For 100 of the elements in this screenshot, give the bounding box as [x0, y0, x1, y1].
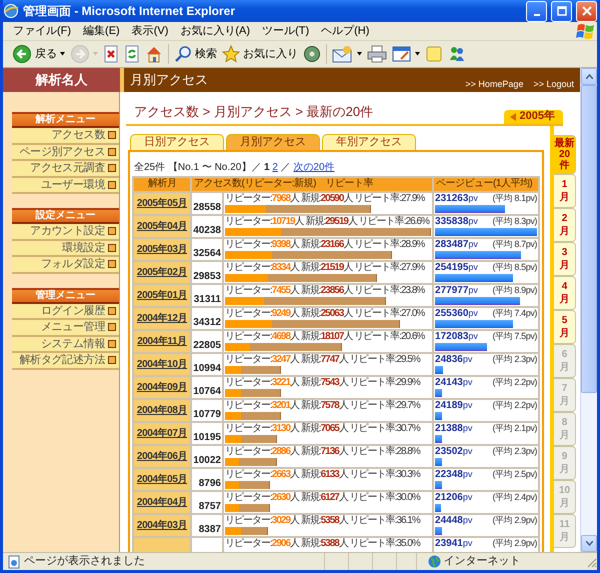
scroll-up-button[interactable]: [581, 68, 597, 85]
month-tab[interactable]: 2 月: [554, 208, 576, 242]
mail-button[interactable]: [330, 44, 364, 64]
sidebar-link[interactable]: ユーザー環境: [12, 178, 119, 194]
caret-icon: [60, 52, 65, 56]
media-button[interactable]: [301, 44, 323, 64]
visits-count: 8757: [198, 500, 221, 512]
visits-count: 8387: [198, 524, 221, 536]
pageview-average: (平均 2.3pv): [492, 446, 538, 456]
menu-item[interactable]: ヘルプ(H): [315, 26, 376, 36]
visits-count: 8796: [198, 478, 221, 490]
square-bullet-icon: [108, 356, 116, 364]
sidebar-link[interactable]: 解析タグ記述方法: [12, 353, 119, 370]
sidebar-link[interactable]: システム情報: [12, 336, 119, 353]
month-tab[interactable]: 最新 20 件: [554, 134, 576, 174]
sidebar-link[interactable]: アクセス元調査: [12, 161, 119, 178]
pageview-average: (平均 2.5pv): [492, 468, 538, 480]
visitor-stats: リピーター:9249人 新規:25063人 リピート率:27.0%: [225, 308, 426, 318]
search-button[interactable]: 検索: [172, 44, 219, 64]
menu-item[interactable]: 編集(E): [77, 26, 126, 36]
stop-icon: [103, 45, 119, 63]
menu-item[interactable]: ツール(T): [256, 26, 316, 36]
sidebar-link[interactable]: メニュー管理: [12, 320, 119, 336]
visitor-stats: リピーター:10719人 新規:29519人 リピート率:26.6%: [225, 216, 430, 226]
favorites-button[interactable]: お気に入り: [220, 44, 300, 64]
home-icon: [145, 45, 163, 63]
square-bullet-icon: [108, 260, 116, 268]
caret-icon: [357, 52, 362, 56]
visitor-stats: リピーター:2630人 新規:6127人 リピート率:30.0%: [225, 492, 422, 502]
close-button[interactable]: [576, 0, 597, 22]
scroll-down-button[interactable]: [581, 535, 597, 552]
sidebar-link[interactable]: アカウント設定: [12, 224, 119, 240]
back-button[interactable]: 戻る: [10, 43, 67, 65]
prev-arrow-icon: [510, 112, 516, 120]
maximize-button[interactable]: [551, 0, 572, 22]
menu-item[interactable]: 表示(V): [126, 26, 174, 36]
sidebar-link[interactable]: フォルダ設定: [12, 257, 119, 274]
visitor-stats: リピーター:2906人 新規:5388人 リピート率:35.0%: [225, 538, 422, 548]
menu-item[interactable]: ファイル(F): [7, 26, 78, 36]
visitor-stats: リピーター:3130人 新規:7065人 リピート率:30.7%: [225, 422, 422, 434]
sidebar-link[interactable]: ログイン履歴: [12, 304, 119, 320]
menu-item[interactable]: お気に入り(A): [174, 26, 256, 36]
visitor-stats: リピーター:4698人 新規:18107人 リピート率:20.6%: [225, 330, 426, 342]
page-summary: 全25件 【No.1 〜 No.20】／: [134, 160, 262, 174]
pageview-average: (平均 2.1pv): [492, 422, 538, 434]
month-tab[interactable]: 5 月: [554, 310, 576, 344]
edit-button[interactable]: [390, 44, 422, 64]
caret-icon: [93, 52, 98, 56]
people-icon: [448, 45, 466, 63]
visits-count: 10779: [193, 408, 221, 420]
maximize-icon: [556, 6, 566, 16]
month-tab[interactable]: 4 月: [554, 276, 576, 310]
tab[interactable]: 月別アクセス: [226, 134, 320, 150]
header-link[interactable]: >> Logout: [533, 78, 574, 92]
pageview-count: 254195pv: [435, 262, 478, 272]
tab[interactable]: 年別アクセス: [322, 134, 416, 150]
pageview-count: 22348pv: [435, 468, 472, 480]
pageview-count: 172083pv: [435, 330, 478, 342]
pageview-average: (平均 8.5pv): [492, 262, 538, 272]
sidebar-link[interactable]: ページ別アクセス: [12, 144, 119, 161]
scroll-thumb[interactable]: [581, 85, 597, 393]
globe-icon: [428, 555, 441, 568]
visitor-stats: リピーター:7968人 新規:20590人 リピート率:27.9%: [225, 192, 426, 204]
visitor-stats: リピーター:3029人 新規:5358人 リピート率:36.1%: [225, 514, 422, 526]
visits-count: 40238: [193, 224, 221, 236]
header-link[interactable]: >> HomePage: [465, 78, 524, 92]
visitor-stats: リピーター:9398人 新規:23166人 リピート率:28.9%: [225, 238, 426, 250]
menu-heading: 解析メニュー: [12, 112, 119, 128]
square-bullet-icon: [108, 180, 116, 189]
visits-count: 22805: [193, 340, 221, 352]
visits-count: 31311: [193, 294, 221, 306]
next-page-link[interactable]: 次の20件: [293, 160, 335, 174]
pageview-average: (平均 2.9pv): [492, 514, 538, 526]
square-bullet-icon: [108, 306, 116, 315]
visitor-stats: リピーター:2886人 新規:7136人 リピート率:28.8%: [225, 446, 422, 456]
print-button[interactable]: [365, 44, 389, 64]
pageview-count: 231263pv: [435, 192, 478, 204]
page-number: 1: [264, 160, 270, 174]
pageview-count: 21206pv: [435, 492, 472, 502]
sidebar-link[interactable]: アクセス数: [12, 128, 119, 144]
disc-icon: [303, 45, 321, 63]
visits-count: 10764: [193, 386, 221, 398]
sidebar-link[interactable]: 環境設定: [12, 240, 119, 257]
square-bullet-icon: [108, 244, 116, 252]
minimize-button[interactable]: [526, 0, 547, 22]
column-header: アクセス数(リピーター:新規) リピート率: [191, 176, 434, 192]
scrollbar[interactable]: [580, 68, 597, 552]
month-tab[interactable]: 1 月: [554, 174, 576, 208]
pageview-average: (平均 2.2pv): [492, 376, 538, 388]
pageview-average: (平均 2.9pv): [492, 538, 538, 548]
page-link[interactable]: 2: [272, 160, 278, 174]
visits-count: 10022: [193, 454, 221, 466]
month-tab[interactable]: 3 月: [554, 242, 576, 276]
tab[interactable]: 日別アクセス: [130, 134, 224, 150]
year-tab[interactable]: 2005年: [504, 110, 563, 124]
page-icon: [7, 554, 21, 568]
minimize-icon: [534, 14, 540, 16]
visitor-stats: リピーター:2663人 新規:6133人 リピート率:30.3%: [225, 468, 422, 480]
note-icon: [425, 45, 443, 63]
square-bullet-icon: [108, 227, 116, 236]
